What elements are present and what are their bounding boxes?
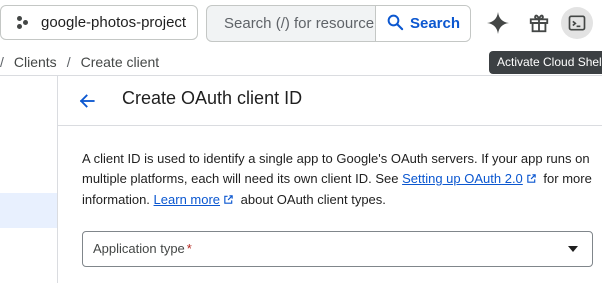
search-button[interactable]: Search: [375, 6, 470, 41]
breadcrumb-item-create-client: Create client: [80, 54, 160, 70]
arrow-back-icon[interactable]: [74, 88, 100, 114]
search-button-label: Search: [409, 15, 461, 32]
application-type-select[interactable]: Application type *: [82, 231, 593, 267]
top-bar: google-photos-project Search: [0, 0, 602, 46]
description-text: about OAuth client types.: [237, 192, 386, 207]
external-link-icon: [526, 170, 537, 190]
project-name: google-photos-project: [41, 14, 187, 31]
required-marker: *: [186, 241, 192, 256]
cloud-shell-tooltip: Activate Cloud Shell: [489, 51, 602, 74]
breadcrumb-separator: /: [0, 54, 4, 70]
learn-more-link[interactable]: Learn more: [154, 192, 220, 207]
breadcrumb-separator: /: [66, 54, 71, 70]
search-input[interactable]: [207, 6, 375, 41]
application-type-label-text: Application type: [93, 241, 185, 256]
breadcrumb-item-clients[interactable]: Clients: [14, 54, 57, 70]
cloud-shell-terminal-icon[interactable]: [561, 7, 593, 39]
nav-item-selected[interactable]: [0, 193, 57, 228]
dropdown-arrow-icon: [568, 246, 578, 252]
project-dots-icon: [17, 15, 29, 30]
search-icon: [386, 13, 404, 35]
description: A client ID is used to identify a single…: [82, 149, 597, 211]
breadcrumb: / Clients / Create client: [0, 52, 159, 72]
gemini-sparkle-icon[interactable]: [482, 7, 514, 39]
gift-icon[interactable]: [523, 7, 555, 39]
setting-up-oauth-link[interactable]: Setting up OAuth 2.0: [402, 171, 523, 186]
application-type-label: Application type *: [93, 241, 192, 256]
page-title: Create OAuth client ID: [122, 88, 303, 108]
search-bar: Search: [206, 5, 471, 42]
left-nav: [0, 76, 58, 283]
project-selector[interactable]: google-photos-project: [0, 5, 198, 40]
page-header: Create OAuth client ID: [58, 76, 602, 126]
external-link-icon: [223, 191, 234, 211]
